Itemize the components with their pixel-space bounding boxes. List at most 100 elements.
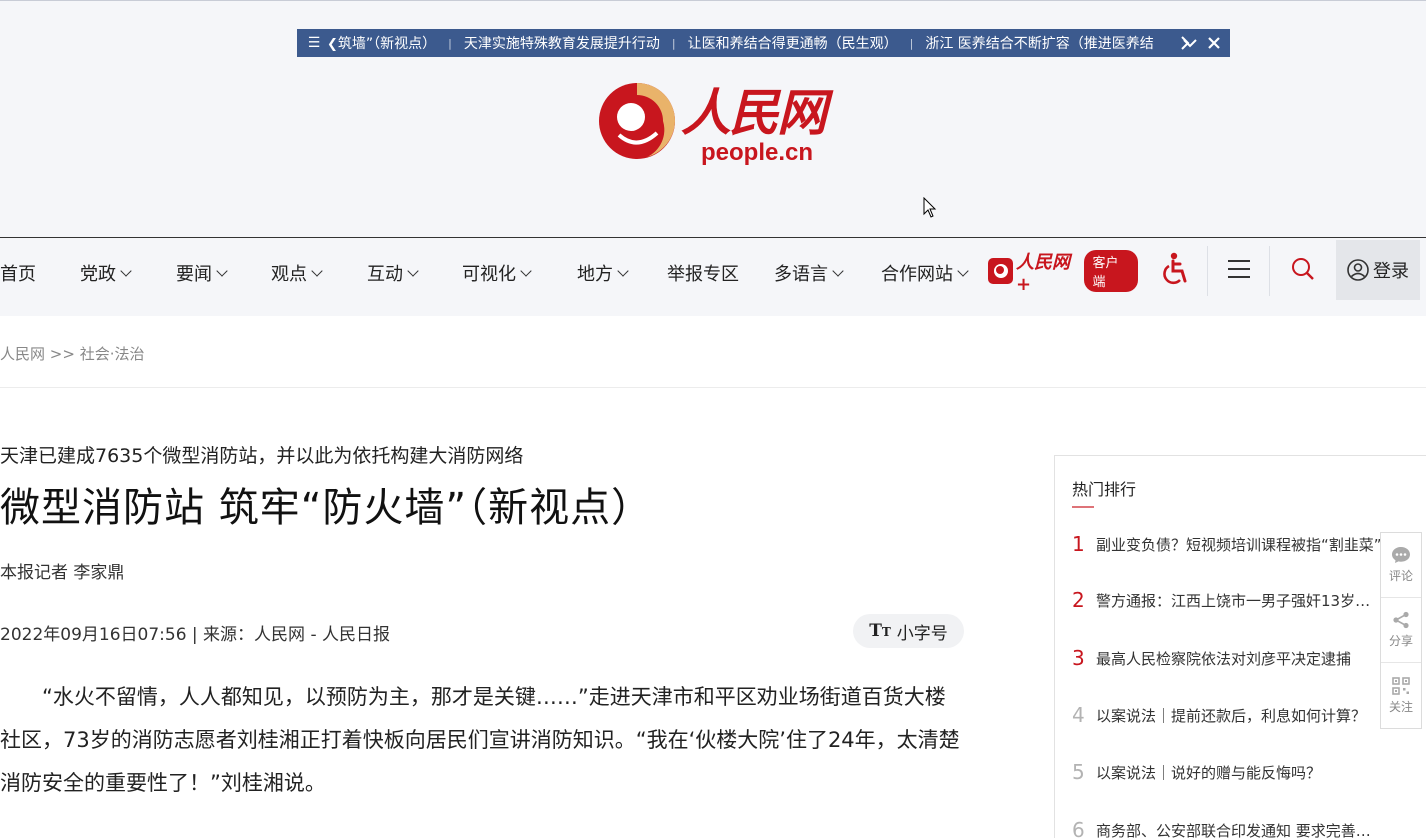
mouse-cursor-icon [923, 197, 937, 218]
app-name: 人民网+ [1016, 251, 1071, 295]
follow-button[interactable]: 关注 [1381, 663, 1421, 728]
ticker-item[interactable]: 天津实施特殊教育发展提升行动 [456, 33, 668, 53]
search-icon[interactable] [1288, 238, 1318, 300]
chevron-down-icon[interactable] [1179, 29, 1201, 57]
hot-ranking-item[interactable]: 4 以案说法｜提前还款后，利息如何计算？ [1072, 700, 1386, 730]
nav-item-local[interactable]: 地方 [577, 260, 629, 286]
rank-number: 2 [1072, 588, 1085, 612]
ticker-item[interactable]: ❮筑墙”（新视点） [325, 33, 444, 53]
nav-divider [1207, 246, 1208, 296]
nav-item-label: 合作网站 [881, 264, 953, 285]
nav-item-languages[interactable]: 多语言 [774, 260, 844, 286]
share-button[interactable]: 分享 [1381, 598, 1421, 663]
nav-item-label: 党政 [80, 264, 116, 285]
text-size-icon: TT [869, 621, 891, 641]
ticker-separator: | [671, 36, 676, 50]
logo-emblem-icon [599, 83, 675, 159]
menu-icon[interactable] [1224, 238, 1254, 300]
news-ticker[interactable]: ☰ ❮筑墙”（新视点） | 天津实施特殊教育发展提升行动 | 让医和养结合得更通… [297, 29, 1230, 57]
login-button[interactable]: 登录 [1336, 240, 1420, 300]
login-label: 登录 [1373, 261, 1409, 282]
chevron-down-icon [216, 264, 228, 277]
hot-ranking-item[interactable]: 1 副业变负债？短视频培训课程被指“割韭菜” [1072, 529, 1386, 559]
divider [0, 387, 1426, 388]
nav-item-opinion[interactable]: 观点 [271, 260, 323, 286]
article-title: 微型消防站 筑牢“防火墙”（新视点） [0, 485, 653, 531]
rank-number: 5 [1072, 760, 1085, 784]
rank-title: 最高人民检察院依法对刘彦平决定逮捕 [1096, 649, 1352, 668]
hot-ranking-title: 热门排行 [1072, 480, 1137, 499]
chevron-down-icon [617, 264, 629, 277]
article-meta: 2022年09月16日07:56 | 来源：人民网 - 人民日报 [0, 625, 390, 645]
hot-ranking-item[interactable]: 2 警方通报：江西上饶市一男子强奸13岁… [1072, 585, 1386, 615]
ticker-item[interactable]: 浙江 医养结合不断扩容（推进医养结 [917, 33, 1161, 53]
rank-title: 以案说法｜说好的赠与能反悔吗？ [1096, 763, 1322, 782]
rank-number: 6 [1072, 818, 1085, 838]
nav-item-label: 多语言 [774, 264, 828, 285]
rank-title: 警方通报：江西上饶市一男子强奸13岁… [1096, 591, 1371, 610]
ticker-item[interactable]: 让医和养结合得更通畅（民生观） [680, 33, 906, 53]
app-download-link[interactable]: 人民网+ 客户端 [988, 250, 1139, 295]
chevron-down-icon [832, 264, 844, 277]
logo-text-en: people.cn [701, 139, 814, 166]
user-icon [1347, 259, 1369, 281]
article-paragraph: “水火不留情，人人都知见，以预防为主，那才是关键……”走进天津市和平区劝业场街道… [0, 685, 960, 795]
chevron-down-icon [957, 264, 969, 277]
ticker-separator: | [909, 36, 914, 50]
logo-text-cn: 人民网 [681, 83, 827, 142]
nav-item-report[interactable]: 举报专区 [667, 260, 739, 286]
comment-label: 评论 [1388, 569, 1413, 583]
nav-item-news[interactable]: 要闻 [176, 260, 228, 286]
font-size-toggle-button[interactable]: TT 小字号 [853, 614, 964, 648]
nav-item-partners[interactable]: 合作网站 [881, 260, 969, 286]
accessibility-icon[interactable] [1158, 238, 1194, 300]
main-nav: 首页 党政 要闻 观点 互动 可视化 地方 举报专区 多语言 合作网站 人民网+… [0, 238, 1426, 316]
font-size-label: 小字号 [896, 623, 948, 644]
nav-item-label: 互动 [367, 264, 403, 285]
rank-title: 商务部、公安部联合印发通知 要求完善… [1096, 821, 1371, 838]
comment-button[interactable]: 评论 [1381, 533, 1421, 598]
app-pill: 客户端 [1084, 250, 1139, 292]
breadcrumb-separator: >> [49, 345, 75, 363]
comment-icon [1392, 547, 1410, 563]
breadcrumb-section[interactable]: 社会·法治 [80, 345, 145, 363]
hot-ranking-item[interactable]: 6 商务部、公安部联合印发通知 要求完善… [1072, 815, 1386, 838]
nav-item-label: 首页 [0, 264, 36, 285]
nav-item-label: 可视化 [462, 264, 516, 285]
nav-item-politics[interactable]: 党政 [80, 260, 132, 286]
app-logo-icon [988, 258, 1014, 284]
nav-item-visual[interactable]: 可视化 [462, 260, 532, 286]
title-underline [1072, 506, 1094, 508]
ticker-items: ❮筑墙”（新视点） | 天津实施特殊教育发展提升行动 | 让医和养结合得更通畅（… [325, 33, 1197, 53]
rank-title: 副业变负债？短视频培训课程被指“割韭菜” [1096, 535, 1382, 554]
rank-title: 以案说法｜提前还款后，利息如何计算？ [1096, 706, 1367, 725]
nav-item-label: 地方 [577, 264, 613, 285]
share-label: 分享 [1388, 634, 1413, 648]
nav-item-label: 观点 [271, 264, 307, 285]
chevron-down-icon [311, 264, 323, 277]
nav-item-interaction[interactable]: 互动 [367, 260, 419, 286]
hot-ranking-item[interactable]: 3 最高人民检察院依法对刘彦平决定逮捕 [1072, 643, 1386, 673]
breadcrumb-home[interactable]: 人民网 [0, 345, 45, 363]
menu-icon[interactable]: ☰ [303, 35, 325, 51]
nav-item-home[interactable]: 首页 [0, 260, 36, 286]
breadcrumb: 人民网 >> 社会·法治 [0, 343, 145, 364]
site-logo[interactable]: 人民网 people.cn [597, 73, 837, 168]
rank-number: 4 [1072, 703, 1085, 727]
hot-ranking-panel: 热门排行 1 副业变负债？短视频培训课程被指“割韭菜” 2 警方通报：江西上饶市一男… [1054, 455, 1426, 838]
qrcode-icon [1392, 676, 1410, 695]
chevron-down-icon [407, 264, 419, 277]
article-subtitle: 天津已建成7635个微型消防站，并以此为依托构建大消防网络 [0, 445, 524, 467]
nav-divider [1269, 246, 1270, 296]
share-icon [1393, 611, 1409, 629]
follow-label: 关注 [1388, 699, 1413, 714]
rank-number: 1 [1072, 532, 1085, 556]
hot-ranking-item[interactable]: 5 以案说法｜说好的赠与能反悔吗？ [1072, 757, 1386, 787]
rank-number: 3 [1072, 646, 1085, 670]
chevron-down-icon [120, 264, 132, 277]
chevron-down-icon [520, 264, 532, 277]
nav-item-label: 举报专区 [667, 264, 739, 285]
ticker-separator: | [448, 36, 452, 50]
close-icon[interactable] [1203, 29, 1225, 57]
article-author: 本报记者 李家鼎 [0, 563, 125, 583]
